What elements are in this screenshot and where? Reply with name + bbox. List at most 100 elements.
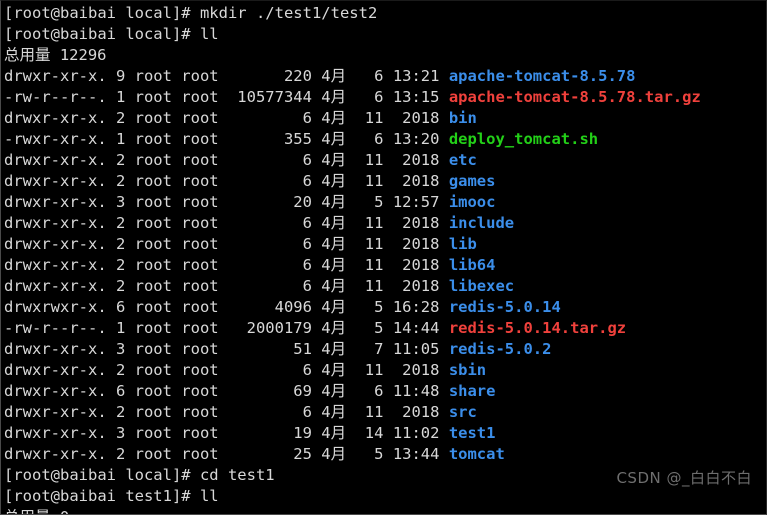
file-meta: drwxrwxr-x. 6 root root: [4, 298, 228, 316]
csdn-watermark: CSDN @_白白不白: [616, 469, 752, 487]
file-meta: drwxr-xr-x. 3 root root: [4, 193, 228, 211]
file-month: 4月: [321, 277, 347, 295]
file-month: 4月: [321, 319, 347, 337]
file-name: share: [448, 382, 496, 400]
file-meta: drwxr-xr-x. 6 root root: [4, 382, 228, 400]
file-meta: drwxr-xr-x. 2 root root: [4, 109, 228, 127]
file-month: 4月: [321, 298, 347, 316]
file-meta: drwxr-xr-x. 2 root root: [4, 403, 228, 421]
file-size: 6: [227, 109, 322, 127]
total-size-line: 总用量 0: [4, 507, 766, 514]
file-size: 2000179: [227, 319, 322, 337]
file-listing-row: drwxr-xr-x. 2 root root 6 4月 11 2018 gam…: [4, 171, 766, 192]
file-meta: -rwxr-xr-x. 1 root root: [4, 130, 228, 148]
file-name: redis-5.0.2: [448, 340, 552, 358]
file-size: 6: [227, 256, 322, 274]
file-day: 11: [346, 172, 393, 190]
file-listing-row: drwxr-xr-x. 2 root root 6 4月 11 2018 sbi…: [4, 360, 766, 381]
shell-command: ll: [199, 487, 219, 505]
file-day: 6: [346, 130, 393, 148]
file-day: 5: [346, 298, 393, 316]
total-size-text: 总用量 0: [4, 508, 69, 514]
file-listing-row: drwxr-xr-x. 6 root root 69 4月 6 11:48 sh…: [4, 381, 766, 402]
file-month: 4月: [321, 361, 347, 379]
file-size: 4096: [227, 298, 322, 316]
file-day: 6: [346, 88, 393, 106]
file-meta: -rw-r--r--. 1 root root: [4, 88, 228, 106]
file-time: 11:05: [392, 340, 449, 358]
file-listing-row: drwxr-xr-x. 9 root root 220 4月 6 13:21 a…: [4, 66, 766, 87]
file-day: 5: [346, 319, 393, 337]
file-listing-row: drwxr-xr-x. 3 root root 19 4月 14 11:02 t…: [4, 423, 766, 444]
terminal-window[interactable]: [root@baibai local]# mkdir ./test1/test2…: [0, 0, 767, 515]
file-month: 4月: [321, 172, 347, 190]
file-size: 6: [227, 151, 322, 169]
file-day: 7: [346, 340, 393, 358]
file-day: 5: [346, 193, 393, 211]
file-meta: drwxr-xr-x. 2 root root: [4, 235, 228, 253]
file-time: 14:44: [392, 319, 449, 337]
file-time: 13:44: [392, 445, 449, 463]
file-month: 4月: [321, 109, 347, 127]
file-listing-row: -rw-r--r--. 1 root root 10577344 4月 6 13…: [4, 87, 766, 108]
file-meta: drwxr-xr-x. 3 root root: [4, 340, 228, 358]
file-day: 11: [346, 151, 393, 169]
file-name: etc: [448, 151, 477, 169]
file-size: 19: [227, 424, 322, 442]
file-day: 11: [346, 256, 393, 274]
file-listing-row: drwxr-xr-x. 2 root root 6 4月 11 2018 lib…: [4, 276, 766, 297]
terminal-prompt-line: [root@baibai local]# mkdir ./test1/test2: [4, 3, 766, 24]
file-size: 6: [227, 403, 322, 421]
file-name: include: [448, 214, 515, 232]
file-name: lib64: [448, 256, 496, 274]
terminal-output: [root@baibai local]# mkdir ./test1/test2…: [4, 3, 766, 514]
file-month: 4月: [321, 235, 347, 253]
file-listing-row: drwxrwxr-x. 6 root root 4096 4月 5 16:28 …: [4, 297, 766, 318]
file-size: 6: [227, 172, 322, 190]
file-day: 11: [346, 235, 393, 253]
file-meta: drwxr-xr-x. 2 root root: [4, 277, 228, 295]
file-meta: drwxr-xr-x. 2 root root: [4, 214, 228, 232]
file-time: 12:57: [392, 193, 449, 211]
file-listing-row: drwxr-xr-x. 2 root root 6 4月 11 2018 etc: [4, 150, 766, 171]
file-name: redis-5.0.14: [448, 298, 561, 316]
file-month: 4月: [321, 445, 347, 463]
file-time: 2018: [392, 403, 449, 421]
file-listing-row: drwxr-xr-x. 2 root root 6 4月 11 2018 lib…: [4, 255, 766, 276]
file-time: 2018: [392, 235, 449, 253]
file-month: 4月: [321, 88, 347, 106]
file-meta: drwxr-xr-x. 3 root root: [4, 424, 228, 442]
file-day: 6: [346, 67, 393, 85]
file-day: 11: [346, 403, 393, 421]
file-month: 4月: [321, 256, 347, 274]
file-size: 6: [227, 235, 322, 253]
file-time: 13:21: [392, 67, 449, 85]
file-name: deploy_tomcat.sh: [448, 130, 599, 148]
file-time: 2018: [392, 256, 449, 274]
file-name: sbin: [448, 361, 487, 379]
total-size-line: 总用量 12296: [4, 45, 766, 66]
file-day: 11: [346, 109, 393, 127]
file-month: 4月: [321, 67, 347, 85]
shell-prompt: [root@baibai test1]#: [4, 487, 200, 505]
file-time: 11:48: [392, 382, 449, 400]
file-size: 69: [227, 382, 322, 400]
file-time: 2018: [392, 277, 449, 295]
file-time: 11:02: [392, 424, 449, 442]
shell-command: ll: [199, 25, 219, 43]
file-size: 220: [227, 67, 322, 85]
file-listing-row: drwxr-xr-x. 2 root root 6 4月 11 2018 bin: [4, 108, 766, 129]
file-name: games: [448, 172, 496, 190]
file-time: 13:20: [392, 130, 449, 148]
file-meta: drwxr-xr-x. 2 root root: [4, 151, 228, 169]
file-listing-row: drwxr-xr-x. 2 root root 6 4月 11 2018 lib: [4, 234, 766, 255]
file-meta: drwxr-xr-x. 9 root root: [4, 67, 228, 85]
file-time: 2018: [392, 151, 449, 169]
terminal-prompt-line: [root@baibai local]# ll: [4, 24, 766, 45]
file-day: 6: [346, 382, 393, 400]
file-name: apache-tomcat-8.5.78.tar.gz: [448, 88, 701, 106]
file-month: 4月: [321, 151, 347, 169]
terminal-prompt-line: [root@baibai test1]# ll: [4, 486, 766, 507]
file-time: 2018: [392, 172, 449, 190]
shell-prompt: [root@baibai local]#: [4, 466, 200, 484]
